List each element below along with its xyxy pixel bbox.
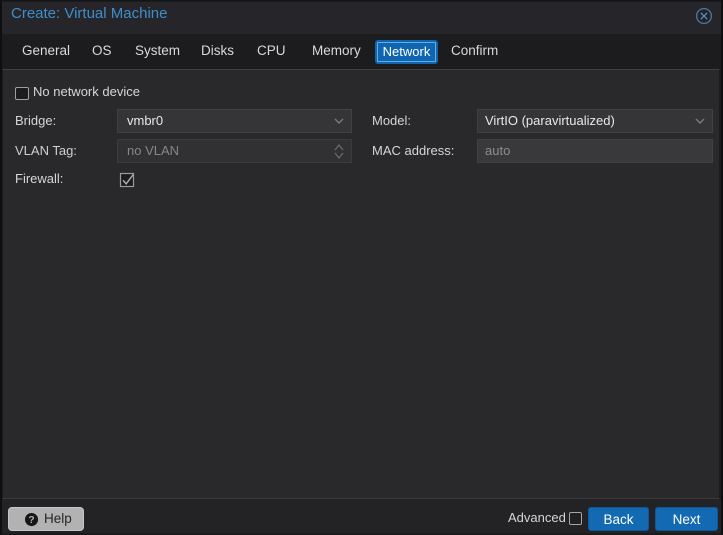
svg-text:?: ?	[28, 515, 34, 526]
